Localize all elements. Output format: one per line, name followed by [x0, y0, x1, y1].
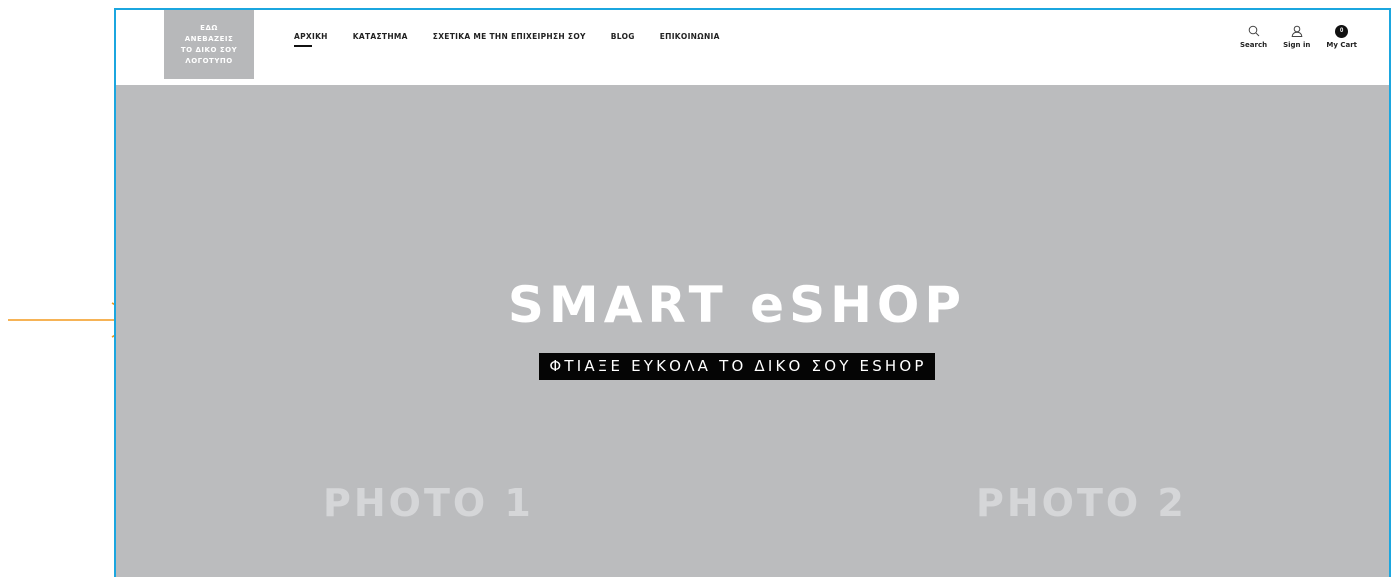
hero-subtitle: ΦΤΙΑΞΕ ΕΥΚΟΛΑ ΤΟ ΔΙΚΟ ΣΟΥ ESHOP — [539, 353, 935, 380]
cart-label: My Cart — [1326, 41, 1357, 49]
search-icon — [1247, 24, 1261, 38]
nav-item-store[interactable]: ΚΑΤΑΣΤΗΜΑ — [353, 32, 408, 41]
photo-placeholder-1: PHOTO 1 — [323, 481, 534, 525]
logo-line: ΤΟ ΔΙΚΟ ΣΟΥ — [180, 45, 238, 54]
main-nav: ΑΡΧΙΚΗ ΚΑΤΑΣΤΗΜΑ ΣΧΕΤΙΚΑ ΜΕ ΤΗΝ ΕΠΙΧΕΙΡΗ… — [294, 32, 745, 47]
search-button[interactable]: Search — [1240, 24, 1267, 49]
logo-line: ΑΝΕΒΑΖΕΙΣ — [184, 34, 234, 43]
user-icon — [1290, 24, 1304, 38]
hero-banner: SMART eSHOP ΦΤΙΑΞΕ ΕΥΚΟΛΑ ΤΟ ΔΙΚΟ ΣΟΥ ES… — [116, 85, 1389, 577]
nav-item-about[interactable]: ΣΧΕΤΙΚΑ ΜΕ ΤΗΝ ΕΠΙΧΕΙΡΗΣΗ ΣΟΥ — [433, 32, 586, 41]
nav-item-blog[interactable]: BLOG — [611, 32, 635, 41]
photo-placeholder-2: PHOTO 2 — [976, 481, 1187, 525]
logo-line: ΕΔΩ — [200, 23, 218, 32]
cart-icon: 0 — [1335, 24, 1349, 38]
page: ΕΔΩ ΑΝΕΒΑΖΕΙΣ ΤΟ ΔΙΚΟ ΣΟΥ ΛΟΓΟΤΥΠΟ ΑΡΧΙΚ… — [0, 0, 1395, 577]
search-label: Search — [1240, 41, 1268, 49]
site-preview-frame: ΕΔΩ ΑΝΕΒΑΖΕΙΣ ΤΟ ΔΙΚΟ ΣΟΥ ΛΟΓΟΤΥΠΟ ΑΡΧΙΚ… — [114, 8, 1391, 577]
cart-button[interactable]: 0 My Cart — [1326, 24, 1357, 49]
logo-line: ΛΟΓΟΤΥΠΟ — [185, 56, 233, 65]
nav-item-contact[interactable]: ΕΠΙΚΟΙΝΩΝΙΑ — [660, 32, 720, 41]
hero-subtitle-wrap: ΦΤΙΑΞΕ ΕΥΚΟΛΑ ΤΟ ΔΙΚΟ ΣΟΥ ESHOP — [116, 353, 1358, 380]
hero-title: SMART eSHOP — [507, 276, 967, 334]
nav-item-home[interactable]: ΑΡΧΙΚΗ — [294, 32, 328, 47]
site-header: ΕΔΩ ΑΝΕΒΑΖΕΙΣ ΤΟ ΔΙΚΟ ΣΟΥ ΛΟΓΟΤΥΠΟ ΑΡΧΙΚ… — [116, 10, 1389, 85]
sign-in-button[interactable]: Sign in — [1283, 24, 1310, 49]
logo-placeholder[interactable]: ΕΔΩ ΑΝΕΒΑΖΕΙΣ ΤΟ ΔΙΚΟ ΣΟΥ ΛΟΓΟΤΥΠΟ — [164, 10, 254, 79]
header-tools: Search Sign in 0 My Cart — [1240, 24, 1357, 49]
sign-in-label: Sign in — [1283, 41, 1311, 49]
cart-count-badge: 0 — [1335, 24, 1349, 38]
